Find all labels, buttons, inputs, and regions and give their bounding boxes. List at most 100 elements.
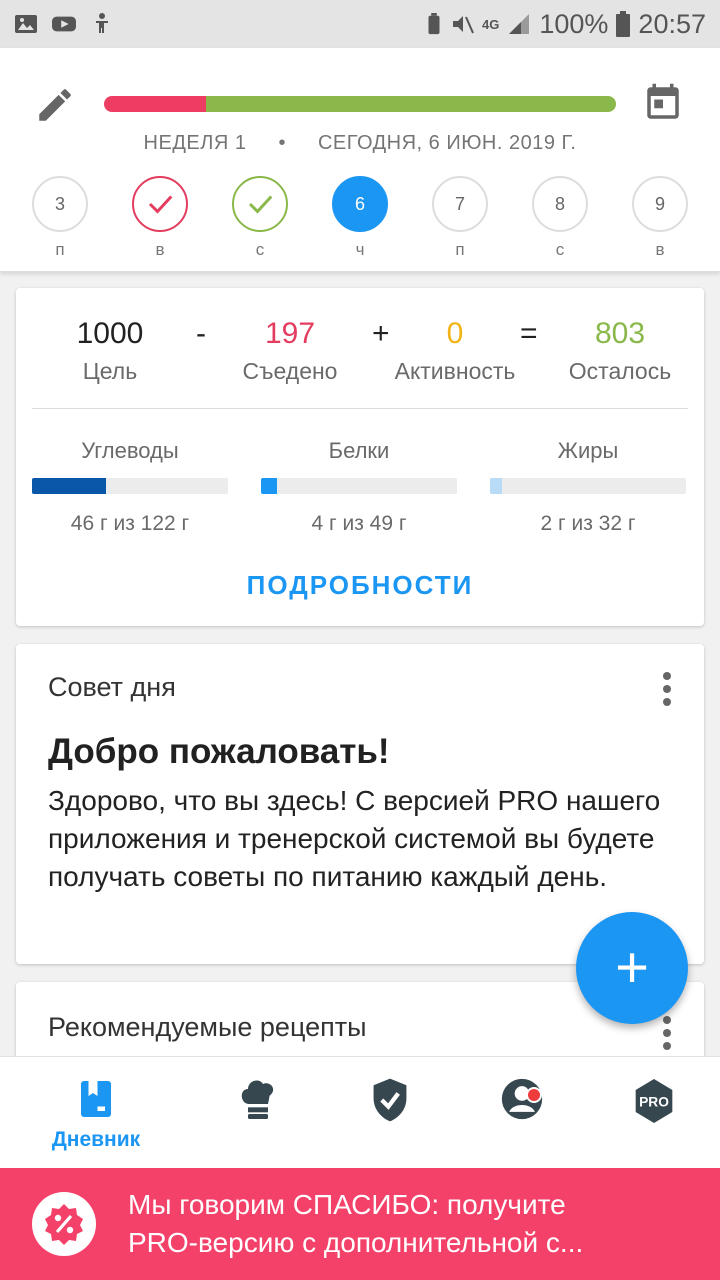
calorie-progress-bar [104,96,616,112]
status-bar: 4G 100% 20:57 [0,0,720,48]
day-6-today[interactable]: 6 ч [332,176,388,260]
remaining-column: 803 Осталось [560,314,680,385]
macro-value: 2 г из 32 г [540,512,636,535]
nav-recipes[interactable] [186,1057,330,1169]
day-3[interactable]: 3 п [32,176,88,260]
diary-header: НЕДЕЛЯ 1 • СЕГОДНЯ, 6 ИЮН. 2019 Г. 3 п в с… [0,48,720,272]
more-vert-icon[interactable] [660,672,674,708]
check-icon [148,195,173,214]
calorie-summary-card: 1000 Цель - 197 Съедено + 0 Активность =… [16,288,704,626]
tip-headline: Добро пожаловать! [48,732,390,771]
battery-saver-icon [428,13,440,35]
eaten-column: 197 Съедено [230,314,350,385]
day-4[interactable]: в [132,176,188,260]
macro-bar [490,478,686,494]
bottom-navigation: Дневник PRO [0,1056,720,1168]
minus-operator: - [196,317,206,350]
day-circle [132,176,188,232]
nav-plans[interactable] [318,1057,462,1169]
mute-icon [453,16,474,34]
progress-eaten-segment [104,96,207,112]
nav-label: Дневник [51,1128,141,1151]
promo-line-2: PRO-версию с дополнительной с... [128,1227,584,1258]
pro-text: PRO [639,1095,669,1110]
macro-bar-fill [32,478,106,494]
activity-label: Активность [394,358,516,384]
macro-bar [32,478,228,494]
eaten-label: Съедено [242,358,338,384]
promo-text: Мы говорим СПАСИБО: получите PRO-версию … [128,1186,688,1262]
day-circle: 9 [632,176,688,232]
day-8[interactable]: 8 с [532,176,588,260]
gallery-icon [15,15,37,33]
activity-column: 0 Активность [380,314,530,385]
macro-value: 4 г из 49 г [311,512,407,535]
day-label: в [155,240,165,259]
diary-icon [81,1081,111,1117]
remaining-value: 803 [594,317,646,350]
day-label: с [555,240,565,259]
add-entry-fab[interactable]: + [576,912,688,1024]
discount-badge-icon [32,1192,96,1256]
day-circle [232,176,288,232]
macro-carbs: Углеводы 46 г из 122 г [32,438,228,536]
macro-fat: Жиры 2 г из 32 г [490,438,686,536]
eaten-value: 197 [264,317,316,350]
day-9[interactable]: 9 в [632,176,688,260]
battery-icon [616,11,631,37]
edit-pencil-icon[interactable] [34,84,76,126]
shield-check-icon [373,1078,407,1122]
nav-diary[interactable]: Дневник [24,1057,168,1169]
check-icon [248,195,273,214]
calendar-icon[interactable] [642,82,684,124]
tip-of-day-card: Совет дня Добро пожаловать! Здорово, что… [16,644,704,964]
day-circle: 8 [532,176,588,232]
day-label: в [655,240,665,259]
day-label: п [455,240,465,259]
macro-name: Жиры [557,438,619,463]
goal-value: 1000 [76,317,144,350]
macro-bar [261,478,457,494]
accessibility-icon [96,13,108,33]
macro-name: Углеводы [81,438,179,463]
more-vert-icon[interactable] [660,1016,674,1052]
divider [32,408,688,409]
progress-remaining-segment [206,96,616,112]
separator-dot: • [278,132,286,154]
week-label: НЕДЕЛЯ 1 [143,132,247,154]
day-label: п [55,240,65,259]
day-circle: 7 [432,176,488,232]
nav-profile[interactable] [450,1057,594,1169]
goal-column: 1000 Цель [50,314,170,385]
tip-card-title: Совет дня [48,672,176,702]
week-date-line: НЕДЕЛЯ 1 • СЕГОДНЯ, 6 ИЮН. 2019 Г. [0,132,720,155]
promo-banner[interactable]: Мы говорим СПАСИБО: получите PRO-версию … [0,1168,720,1280]
signal-icon [509,14,530,34]
activity-value: 0 [446,317,464,350]
nav-pro[interactable]: PRO [582,1057,720,1169]
remaining-label: Осталось [568,358,672,384]
day-label: с [255,240,265,259]
macro-bar-fill [490,478,503,494]
macro-bar-fill [261,478,278,494]
battery-percent: 100% [539,8,609,39]
youtube-icon [52,16,76,32]
pro-badge-icon: PRO [635,1079,673,1123]
day-circle: 6 [332,176,388,232]
chef-hat-icon [241,1080,274,1119]
network-type: 4G [482,16,500,32]
clock: 20:57 [638,8,706,39]
recipes-card-title: Рекомендуемые рецепты [48,1012,367,1042]
goal-label: Цель [82,358,138,384]
calorie-equation: 1000 Цель - 197 Съедено + 0 Активность =… [16,314,704,404]
tip-body: Здорово, что вы здесь! С версией PRO наш… [48,785,661,892]
equals-operator: = [520,317,538,350]
day-7[interactable]: 7 п [432,176,488,260]
notification-dot [526,1087,542,1103]
details-button[interactable]: ПОДРОБНОСТИ [16,570,704,601]
macro-value: 46 г из 122 г [70,512,190,535]
day-5[interactable]: с [232,176,288,260]
day-circle: 3 [32,176,88,232]
date-label: СЕГОДНЯ, 6 ИЮН. 2019 Г. [317,132,577,154]
macro-protein: Белки 4 г из 49 г [261,438,457,536]
